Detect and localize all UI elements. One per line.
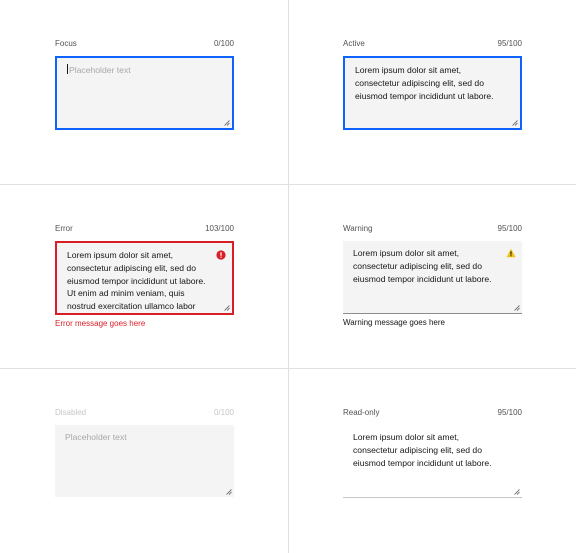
character-counter: 95/100 xyxy=(497,408,522,417)
textarea-focus[interactable]: Placeholder text xyxy=(55,56,234,130)
field-label: Focus xyxy=(55,39,77,48)
error-filled-icon xyxy=(216,250,226,260)
resize-handle-icon[interactable] xyxy=(514,305,520,311)
row-divider xyxy=(0,368,576,369)
resize-handle-icon[interactable] xyxy=(224,120,230,126)
textarea-error-group: Error 103/100 Lorem ipsum dolor sit amet… xyxy=(55,224,234,328)
textarea-value: Lorem ipsum dolor sit amet, consectetur … xyxy=(67,250,206,312)
textarea-warning-group: Warning 95/100 Lorem ipsum dolor sit ame… xyxy=(343,224,522,327)
textarea-readonly[interactable]: Lorem ipsum dolor sit amet, consectetur … xyxy=(343,425,522,498)
character-counter: 0/100 xyxy=(213,408,234,417)
character-counter: 95/100 xyxy=(497,224,522,233)
resize-handle-icon[interactable] xyxy=(224,305,230,311)
textarea-value: Lorem ipsum dolor sit amet, consectetur … xyxy=(353,432,492,468)
resize-handle-icon xyxy=(226,489,232,495)
textarea-warning[interactable]: Lorem ipsum dolor sit amet, consectetur … xyxy=(343,241,522,314)
placeholder-text: Placeholder text xyxy=(69,65,131,75)
field-label: Error xyxy=(55,224,73,233)
warning-filled-icon xyxy=(506,248,516,258)
textarea-error[interactable]: Lorem ipsum dolor sit amet, consectetur … xyxy=(55,241,234,315)
placeholder-text: Placeholder text xyxy=(65,432,127,442)
field-label: Warning xyxy=(343,224,373,233)
error-message: Error message goes here xyxy=(55,319,146,328)
resize-handle-icon xyxy=(514,489,520,495)
textarea-disabled: Placeholder text xyxy=(55,425,234,497)
textarea-active[interactable]: Lorem ipsum dolor sit amet, consectetur … xyxy=(343,56,522,130)
textarea-value: Lorem ipsum dolor sit amet, consectetur … xyxy=(353,248,492,284)
field-label: Disabled xyxy=(55,408,87,417)
textarea-value: Lorem ipsum dolor sit amet, consectetur … xyxy=(355,65,494,101)
character-counter: 103/100 xyxy=(205,224,234,233)
row-divider xyxy=(0,184,576,185)
column-divider xyxy=(288,0,289,553)
warning-message: Warning message goes here xyxy=(343,318,445,327)
textarea-active-group: Active 95/100 Lorem ipsum dolor sit amet… xyxy=(343,39,522,130)
resize-handle-icon[interactable] xyxy=(512,120,518,126)
field-label: Active xyxy=(343,39,365,48)
textarea-readonly-group: Read-only 95/100 Lorem ipsum dolor sit a… xyxy=(343,408,522,498)
character-counter: 0/100 xyxy=(213,39,234,48)
character-counter: 95/100 xyxy=(497,39,522,48)
field-label: Read-only xyxy=(343,408,380,417)
textarea-disabled-group: Disabled 0/100 Placeholder text xyxy=(55,408,234,497)
textarea-focus-group: Focus 0/100 Placeholder text xyxy=(55,39,234,130)
text-cursor xyxy=(67,64,68,74)
